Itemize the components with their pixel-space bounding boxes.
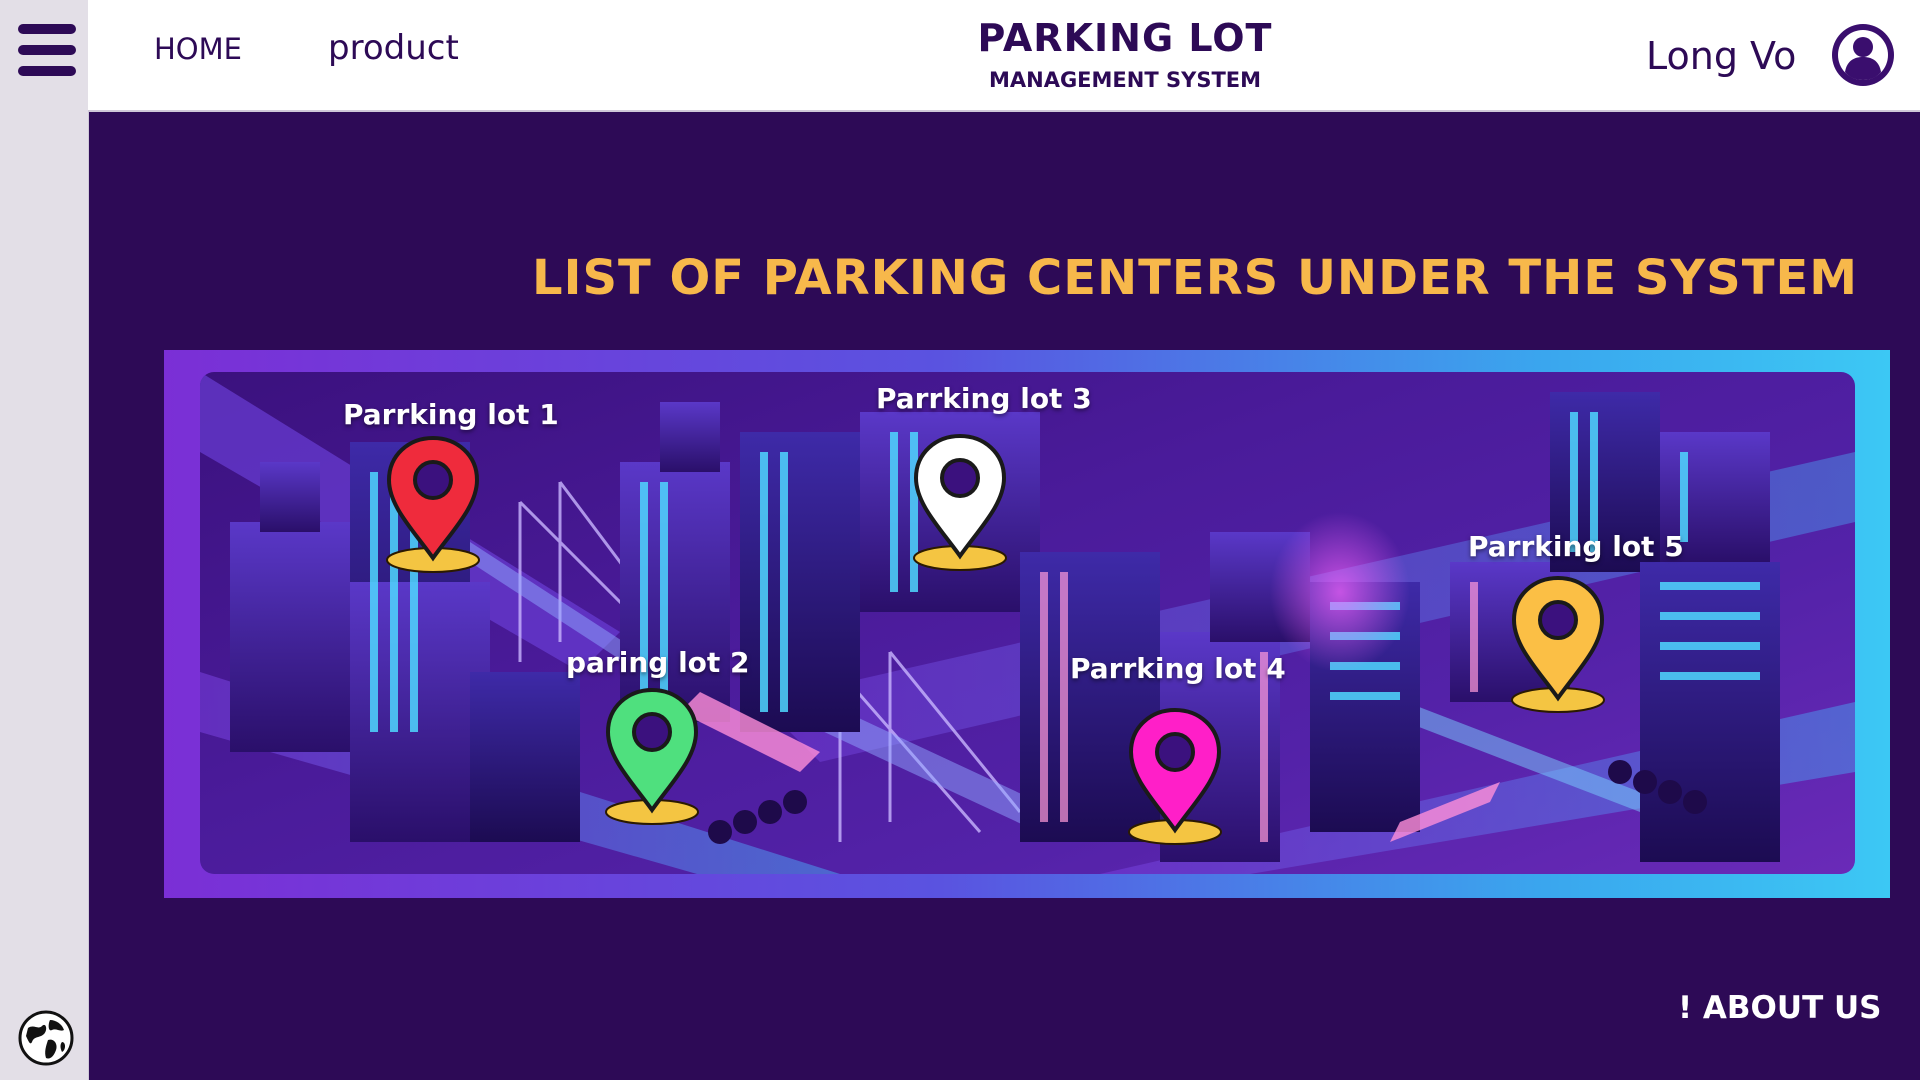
hamburger-menu-icon[interactable] — [18, 24, 76, 76]
city-banner — [164, 350, 1890, 898]
globe-icon[interactable] — [18, 1010, 74, 1066]
map-pin-icon[interactable] — [602, 686, 702, 826]
top-header: HOME product PARKING LOT MANAGEMENT SYST… — [88, 0, 1920, 112]
sidebar — [0, 0, 89, 1080]
map-pin-icon[interactable] — [1508, 574, 1608, 714]
map-pin-icon[interactable] — [910, 432, 1010, 572]
user-name: Long Vo — [1646, 34, 1797, 78]
map-pin-icon[interactable] — [383, 434, 483, 574]
menu-line — [18, 24, 76, 34]
nav-product-link[interactable]: product — [328, 28, 459, 68]
nav-home-link[interactable]: HOME — [154, 32, 242, 66]
about-us-link[interactable]: ! ABOUT US — [1678, 990, 1882, 1026]
brand-subtitle: MANAGEMENT SYSTEM — [988, 68, 1262, 92]
user-avatar-icon[interactable] — [1830, 22, 1896, 88]
menu-line — [18, 45, 76, 55]
parking-lot-2-label[interactable]: paring lot 2 — [566, 646, 750, 679]
menu-line — [18, 66, 76, 76]
parking-lot-3-label[interactable]: Parrking lot 3 — [876, 382, 1092, 415]
parking-lot-5-label[interactable]: Parrking lot 5 — [1468, 530, 1684, 563]
parking-lot-4-label[interactable]: Parrking lot 4 — [1070, 652, 1286, 685]
page-title: LIST OF PARKING CENTERS UNDER THE SYSTEM — [532, 250, 1859, 306]
map-pin-icon[interactable] — [1125, 706, 1225, 846]
parking-lot-1-label[interactable]: Parrking lot 1 — [343, 398, 559, 431]
brand-title: PARKING LOT — [977, 16, 1273, 60]
